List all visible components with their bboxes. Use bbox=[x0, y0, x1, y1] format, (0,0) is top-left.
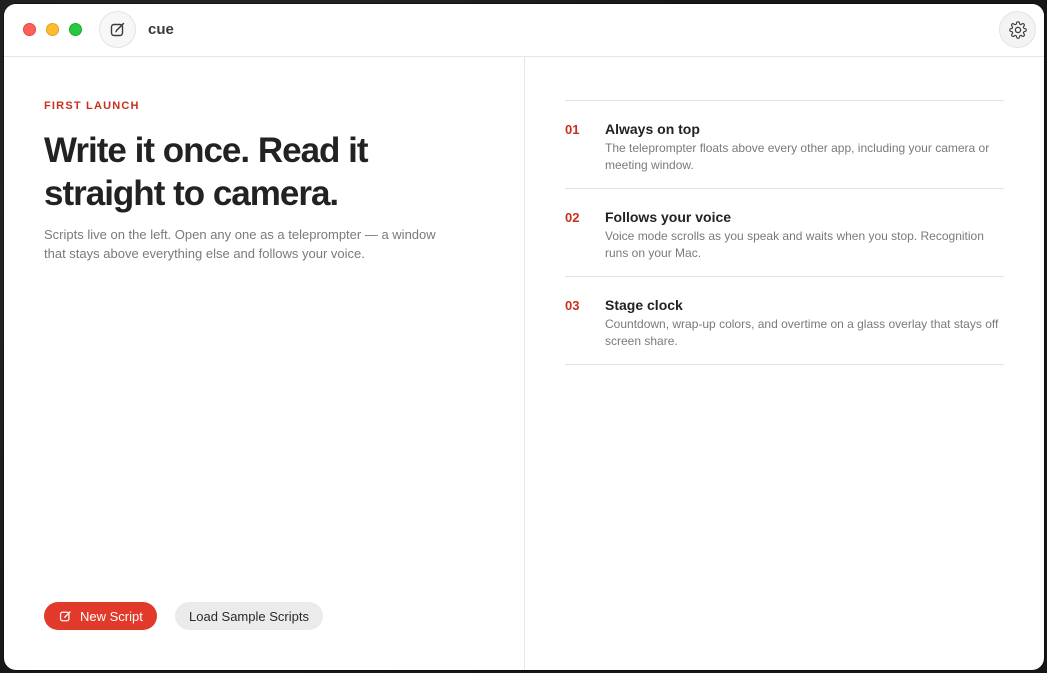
new-script-label: New Script bbox=[80, 608, 143, 624]
feature-number: 02 bbox=[565, 210, 580, 225]
feature-title: Stage clock bbox=[605, 297, 683, 313]
compose-button[interactable] bbox=[99, 11, 136, 48]
feature-title: Follows your voice bbox=[605, 209, 732, 225]
feature-description: Countdown, wrap-up colors, and overtime … bbox=[605, 317, 999, 348]
new-script-button[interactable]: New Script bbox=[44, 602, 157, 630]
eyebrow-label: FIRST LAUNCH bbox=[44, 100, 140, 112]
feature-list: 01 Always on top The teleprompter floats… bbox=[565, 100, 1004, 365]
compose-icon bbox=[110, 22, 125, 37]
compose-icon bbox=[59, 610, 71, 621]
feature-description: Voice mode scrolls as you speak and wait… bbox=[605, 229, 984, 260]
feature-number: 01 bbox=[565, 122, 580, 137]
minimize-window-button[interactable] bbox=[46, 23, 59, 36]
zoom-window-button[interactable] bbox=[69, 23, 82, 36]
feature-description: The teleprompter floats above every othe… bbox=[605, 141, 990, 172]
feature-title: Always on top bbox=[605, 121, 700, 137]
title-bar: cue bbox=[4, 4, 1044, 57]
page-title: Write it once. Read it straight to camer… bbox=[44, 131, 369, 213]
gear-icon bbox=[1008, 20, 1027, 39]
load-sample-scripts-label: Load Sample Scripts bbox=[189, 608, 309, 624]
close-window-button[interactable] bbox=[23, 23, 36, 36]
feature-number: 03 bbox=[565, 298, 580, 313]
settings-button[interactable] bbox=[999, 11, 1036, 48]
features-pane: 01 Always on top The teleprompter floats… bbox=[525, 57, 1044, 670]
feature-item-follows-your-voice: 02 Follows your voice Voice mode scrolls… bbox=[565, 189, 1004, 277]
welcome-pane: FIRST LAUNCH Write it once. Read it stra… bbox=[4, 57, 524, 670]
feature-item-always-on-top: 01 Always on top The teleprompter floats… bbox=[565, 101, 1004, 189]
load-sample-scripts-button[interactable]: Load Sample Scripts bbox=[175, 602, 323, 630]
app-title: cue bbox=[148, 21, 174, 38]
intro-description: Scripts live on the left. Open any one a… bbox=[44, 227, 436, 261]
app-window: cue FIRST LAUNCH Write it once. Read it … bbox=[4, 4, 1044, 670]
feature-item-stage-clock: 03 Stage clock Countdown, wrap-up colors… bbox=[565, 277, 1004, 365]
